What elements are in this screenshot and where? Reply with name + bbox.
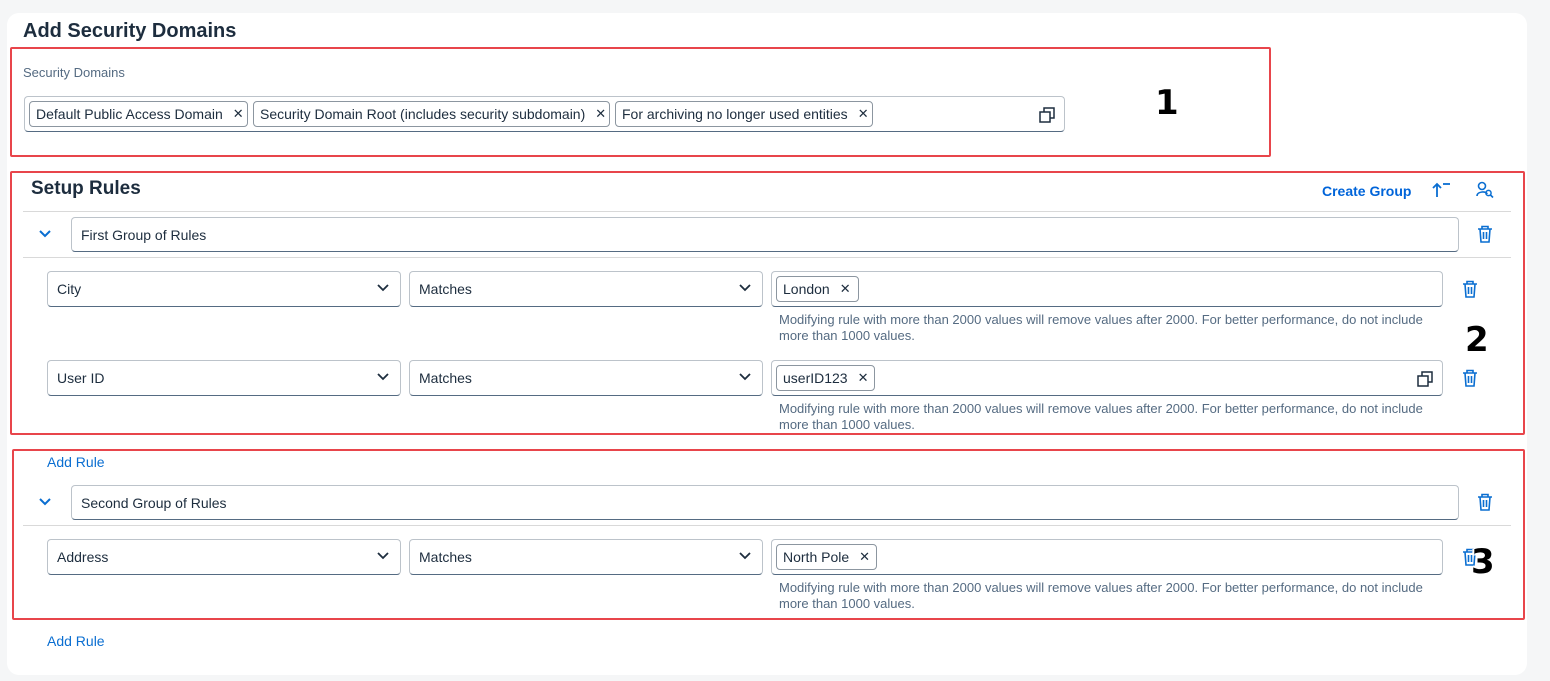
add-rule-button[interactable]: Add Rule: [47, 633, 105, 649]
annotation-number-3: 3: [1471, 542, 1495, 582]
annotation-box-2: [10, 171, 1525, 435]
annotation-box-1: [10, 47, 1271, 157]
annotation-number-2: 2: [1465, 320, 1489, 360]
annotation-number-1: 1: [1155, 83, 1179, 123]
annotation-box-3: [12, 449, 1525, 620]
page-title: Add Security Domains: [23, 20, 237, 42]
